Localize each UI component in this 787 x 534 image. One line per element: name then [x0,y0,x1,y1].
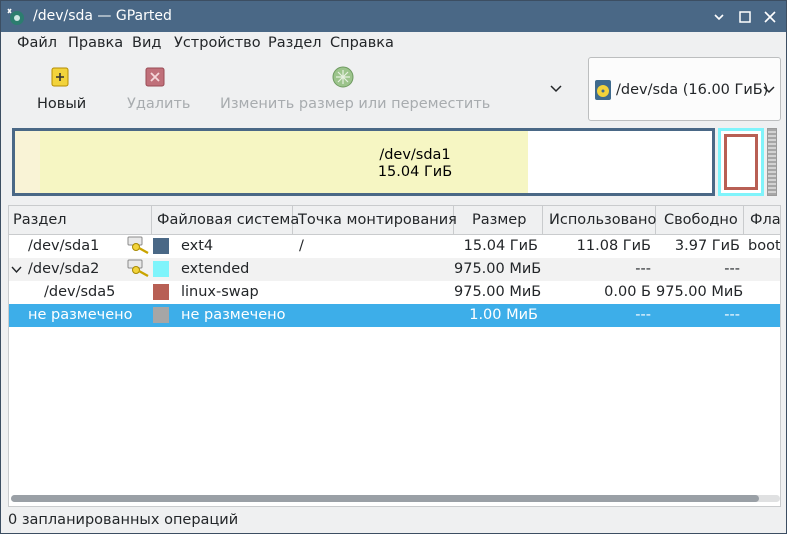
minimize-icon[interactable] [710,8,728,26]
status-bar: 0 запланированных операций [1,509,786,533]
window-title: /dev/sda — GParted [33,8,172,24]
menu-edit[interactable]: Правка [68,35,123,51]
toolbar-overflow-chevron-icon[interactable] [547,82,565,96]
hard-disk-icon [595,80,611,100]
column-header-filesystem[interactable]: Файловая система [152,206,299,235]
maximize-icon[interactable] [736,8,754,26]
used: 0.00 Б [604,284,651,300]
partition-table: Раздел Файловая система Точка монтирован… [8,205,781,507]
partition-name: /dev/sda2 [28,261,100,277]
filesystem-color-swatch [153,284,169,300]
used: --- [635,261,651,277]
size: 1.00 МиБ [469,307,538,323]
resize-move-icon [332,66,354,88]
filesystem-color-swatch [153,307,169,323]
scrollbar-thumb[interactable] [11,495,759,502]
partition-name: не размечено [28,307,133,323]
column-header-used[interactable]: Использовано [543,206,656,235]
key-lock-icon [127,259,149,278]
used: 11.08 ГиБ [576,238,651,254]
size: 975.00 МиБ [454,261,542,277]
partition-map-sda2-extended[interactable] [718,128,764,196]
partition-map-unallocated[interactable] [767,128,777,196]
menu-device[interactable]: Устройство [174,35,261,51]
partition-map: /dev/sda1 15.04 ГиБ [1,122,786,203]
filesystem: extended [181,261,250,277]
gparted-app-icon [7,8,24,25]
free: --- [724,307,740,323]
filesystem: ext4 [181,238,214,254]
free: --- [724,261,740,277]
table-header: Раздел Файловая система Точка монтирован… [9,206,780,235]
key-lock-icon [127,236,149,255]
table-row-selected[interactable]: не размечено не размечено 1.00 МиБ --- -… [9,304,780,327]
delete-button-label: Удалить [127,96,191,112]
filesystem: не размечено [181,307,286,323]
chevron-down-icon[interactable] [11,266,22,274]
new-button[interactable]: Новый [29,56,91,120]
pending-operations-status: 0 запланированных операций [8,512,239,528]
partition-name: /dev/sda1 [28,238,100,254]
used: --- [635,307,651,323]
delete-icon [145,67,165,87]
size: 15.04 ГиБ [463,238,538,254]
resize-move-button-label: Изменить размер или переместить [220,96,491,112]
column-header-partition[interactable]: Раздел [9,206,152,235]
delete-button[interactable]: Удалить [121,56,191,120]
filesystem-color-swatch [153,261,169,277]
toolbar: Новый Удалить Изменить размер или переме… [1,56,786,122]
free: 975.00 МиБ [656,284,744,300]
size: 975.00 МиБ [454,284,542,300]
partition-name: /dev/sda5 [44,284,116,300]
close-icon[interactable] [761,8,779,26]
partition-map-sda1[interactable]: /dev/sda1 15.04 ГиБ [12,128,715,196]
menu-bar: Файл Правка Вид Устройство Раздел Справк… [1,32,786,56]
partition-map-sda5-swap[interactable] [724,134,758,190]
table-row[interactable]: /dev/sda5 linux-swap 975.00 МиБ 0.00 Б 9… [9,281,780,304]
device-selector[interactable]: /dev/sda (16.00 ГиБ) [588,57,781,121]
partition-map-sda1-size: 15.04 ГиБ [377,164,453,180]
partition-map-sda1-label: /dev/sda1 15.04 ГиБ [315,147,515,181]
resize-move-button[interactable]: Изменить размер или переместить [219,56,490,120]
flags: boot [748,238,781,254]
menu-view[interactable]: Вид [132,35,161,51]
partition-map-sda1-name: /dev/sda1 [379,147,451,163]
chevron-down-icon [763,86,775,94]
horizontal-scrollbar[interactable] [11,495,780,502]
column-header-size[interactable]: Размер [454,206,543,235]
menu-file[interactable]: Файл [17,35,57,51]
menu-help[interactable]: Справка [330,35,394,51]
column-header-mountpoint[interactable]: Точка монтирования [293,206,457,235]
column-header-flags[interactable]: Флаги [744,206,780,235]
new-button-label: Новый [37,96,87,112]
menu-partition[interactable]: Раздел [268,35,322,51]
table-row[interactable]: /dev/sda1 ext4 / 15.04 ГиБ 11.08 ГиБ 3.9… [9,235,781,258]
column-header-free[interactable]: Свободно [656,206,744,235]
table-row[interactable]: /dev/sda2 extended 975.00 МиБ --- --- [9,258,780,281]
free: 3.97 ГиБ [674,238,740,254]
gparted-window: /dev/sda — GParted Файл Правка Вид Устро… [0,0,787,534]
mount-point: / [299,238,304,254]
title-bar[interactable]: /dev/sda — GParted [1,1,786,32]
device-selector-label: /dev/sda (16.00 ГиБ) [616,82,769,98]
filesystem-color-swatch [153,238,169,254]
partition-map-sda1-used-start [15,131,40,193]
new-partition-icon [51,67,69,87]
filesystem: linux-swap [181,284,259,300]
